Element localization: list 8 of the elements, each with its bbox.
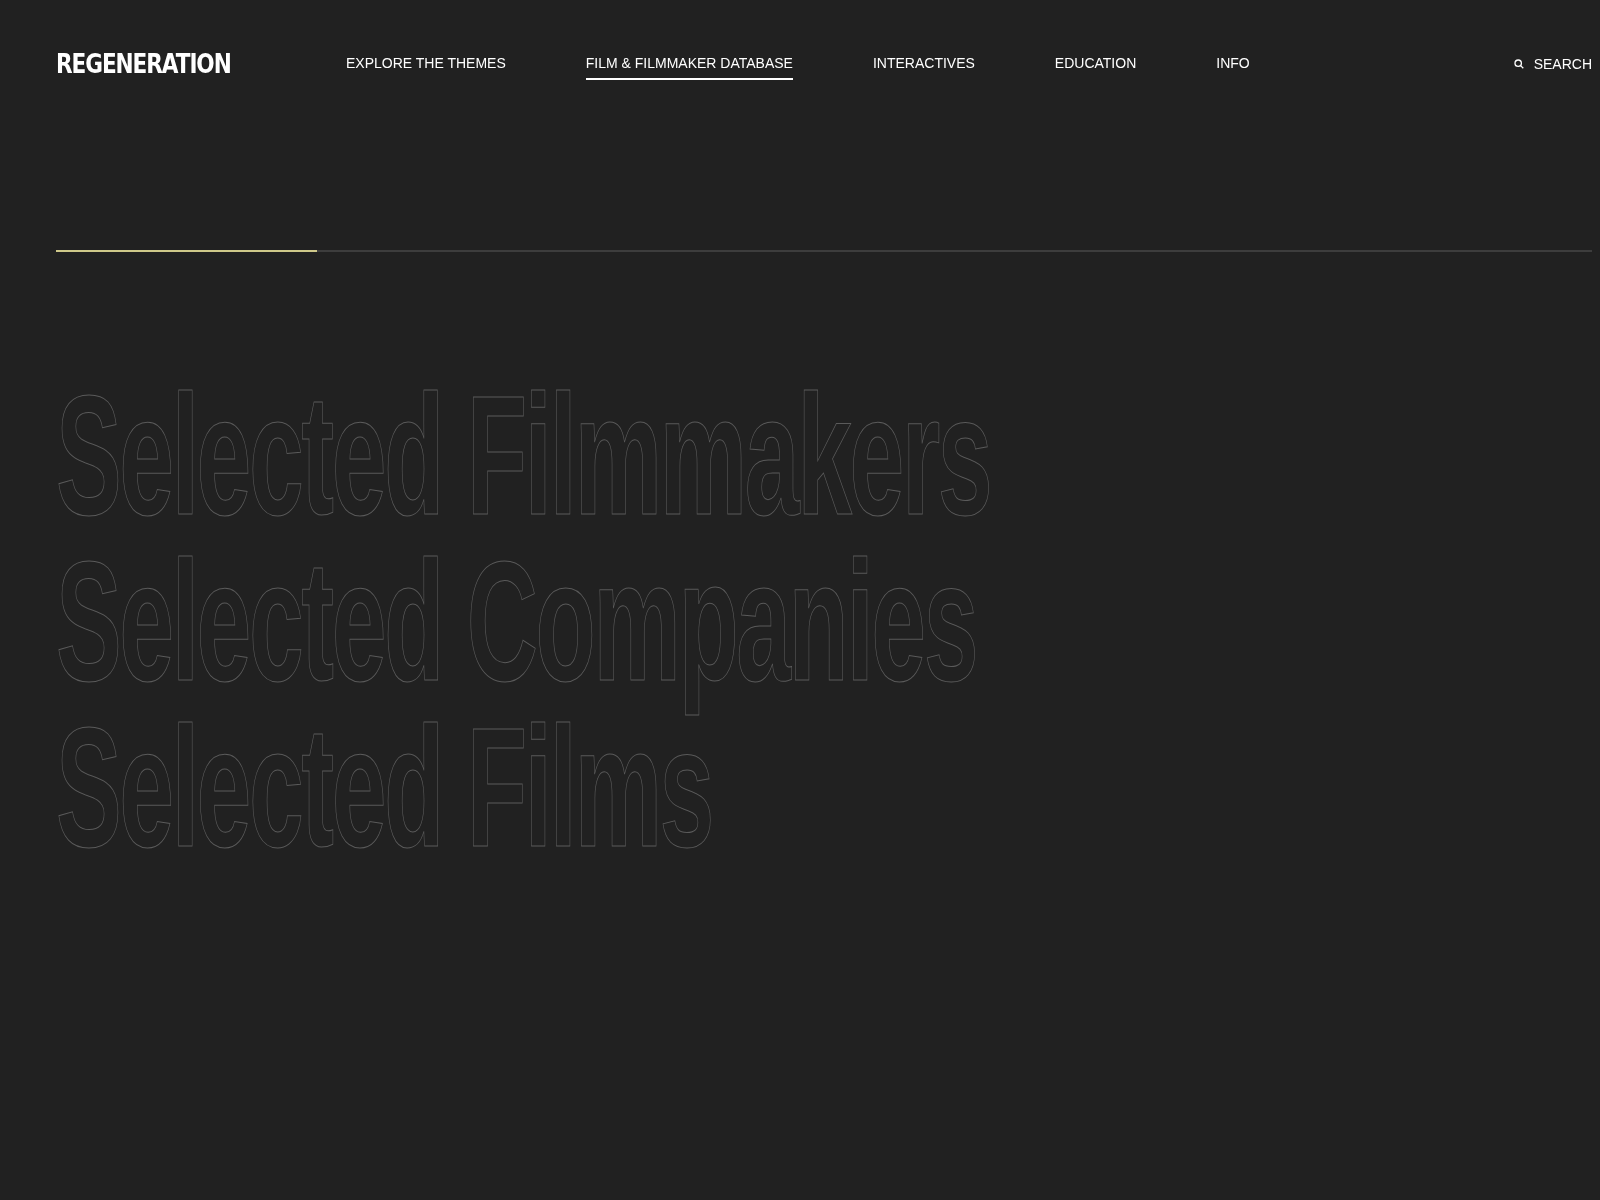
search-button[interactable]: SEARCH (1513, 53, 1592, 75)
nav-link[interactable]: FILM & FILMMAKER DATABASE (585, 48, 793, 80)
search-icon (1513, 59, 1524, 69)
nav-link[interactable]: INFO (1216, 48, 1250, 80)
nav-link[interactable]: INTERACTIVES (872, 48, 975, 80)
nav-link[interactable]: EXPLORE THE THEMES (346, 48, 506, 80)
site-logo[interactable]: REGENERATION (56, 43, 288, 85)
nav-link[interactable]: EDUCATION (1054, 48, 1137, 80)
